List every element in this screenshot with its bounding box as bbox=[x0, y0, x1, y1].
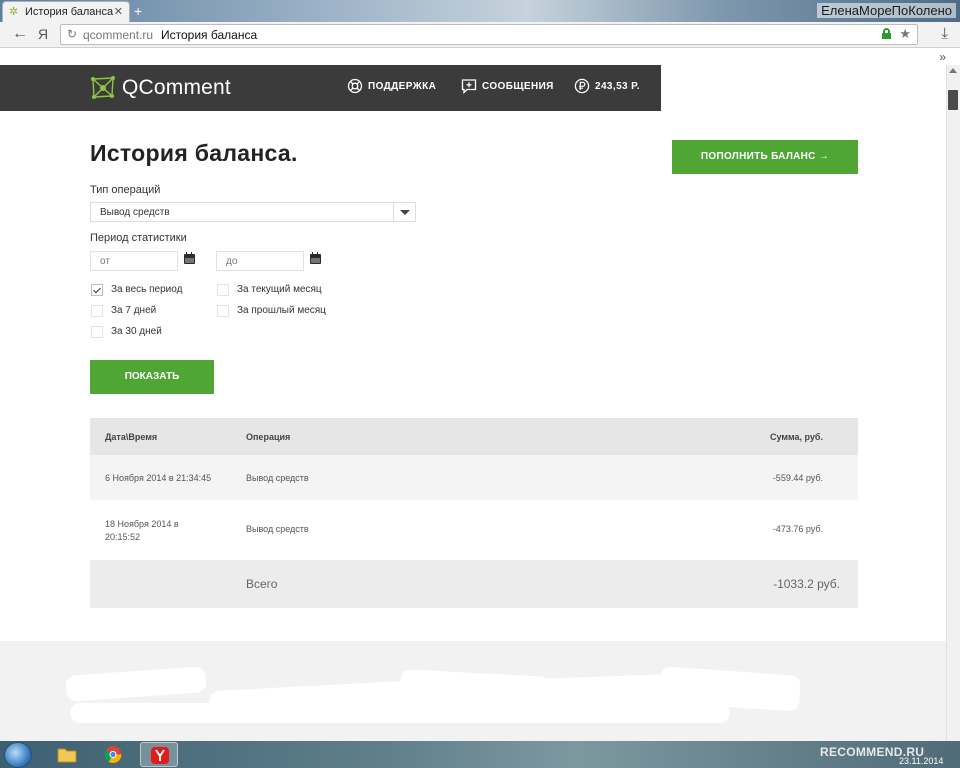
message-plus-icon bbox=[461, 79, 477, 94]
nav-messages-label: СООБЩЕНИЯ bbox=[482, 81, 554, 92]
total-value: -1033.2 руб. bbox=[773, 577, 840, 591]
tab-title: История баланса bbox=[25, 6, 114, 18]
yandex-browser-icon bbox=[151, 747, 169, 764]
folder-icon bbox=[57, 748, 77, 763]
checkbox-empty-icon[interactable] bbox=[91, 326, 103, 338]
star-icon[interactable]: ★ bbox=[899, 26, 911, 42]
table-row: 18 Ноября 2014 в 20:15:52 Вывод средств … bbox=[90, 500, 858, 560]
logo-network-icon bbox=[91, 76, 115, 99]
ruble-coin-icon bbox=[574, 78, 590, 94]
browser-toolbar: ← Я ↻ qcomment.ru История баланса ★ ⤓ » bbox=[0, 22, 960, 64]
checkbox-label: За прошлый месяц bbox=[237, 305, 326, 316]
row-sum: -473.76 руб. bbox=[772, 524, 823, 534]
checkbox-empty-icon[interactable] bbox=[217, 284, 229, 296]
header-date: Дата\Время bbox=[105, 432, 158, 442]
url-domain: qcomment.ru bbox=[83, 28, 154, 42]
lock-icon[interactable] bbox=[882, 28, 891, 39]
browser-titlebar: ✲ История баланса ✕ + ЕленаМореПоКолено bbox=[0, 0, 960, 22]
taskbar-date[interactable]: 23.11.2014 bbox=[899, 756, 943, 766]
back-arrow-icon[interactable]: ← bbox=[12, 25, 28, 43]
row-date: 18 Ноября 2014 в 20:15:52 bbox=[105, 519, 179, 542]
row-date: 6 Ноября 2014 в 21:34:45 bbox=[105, 473, 212, 483]
total-label: Всего bbox=[246, 577, 278, 591]
browser-tab[interactable]: ✲ История баланса ✕ bbox=[2, 1, 130, 22]
scrollbar[interactable] bbox=[946, 65, 960, 741]
show-button[interactable]: ПОКАЗАТЬ bbox=[90, 360, 214, 394]
reload-icon[interactable]: ↻ bbox=[67, 27, 77, 41]
taskbar-chrome[interactable] bbox=[94, 742, 132, 767]
checkbox-empty-icon[interactable] bbox=[217, 305, 229, 317]
operation-type-value: Вывод средств bbox=[100, 207, 170, 218]
row-operation: Вывод средств bbox=[246, 524, 309, 534]
chevron-down-icon[interactable] bbox=[393, 203, 415, 221]
close-tab-icon[interactable]: ✕ bbox=[114, 5, 123, 18]
table-header: Дата\Время Операция Сумма, руб. bbox=[90, 418, 858, 455]
bookmarks-more-button[interactable]: » bbox=[939, 50, 946, 64]
calendar-icon[interactable] bbox=[310, 252, 321, 264]
site-header: QComment ПОДДЕРЖКА СООБЩЕНИЯ 243,53 Р. bbox=[0, 65, 661, 111]
address-bar[interactable]: ↻ qcomment.ru История баланса ★ bbox=[60, 24, 918, 45]
logo-text: QComment bbox=[122, 76, 231, 99]
qcomment-favicon-icon: ✲ bbox=[9, 6, 19, 18]
period-label: Период статистики bbox=[90, 232, 187, 244]
table-row: 6 Ноября 2014 в 21:34:45 Вывод средств -… bbox=[90, 455, 858, 500]
os-taskbar bbox=[0, 741, 960, 768]
lifebuoy-icon bbox=[347, 78, 363, 94]
scrollbar-thumb[interactable] bbox=[948, 90, 958, 110]
row-sum: -559.44 руб. bbox=[772, 473, 823, 483]
taskbar-yandex-browser[interactable] bbox=[140, 742, 178, 767]
url-page-title: История баланса bbox=[161, 28, 258, 42]
taskbar-explorer[interactable] bbox=[48, 742, 86, 767]
operation-type-label: Тип операций bbox=[90, 184, 161, 196]
checkbox-label: За весь период bbox=[111, 284, 183, 295]
operation-type-select[interactable]: Вывод средств bbox=[90, 202, 416, 222]
date-to-input[interactable] bbox=[216, 251, 304, 271]
header-operation: Операция bbox=[246, 432, 291, 442]
checkbox-label: За 7 дней bbox=[111, 305, 157, 316]
nav-balance-label: 243,53 Р. bbox=[595, 81, 640, 92]
footer-redacted bbox=[65, 666, 207, 702]
calendar-icon[interactable] bbox=[184, 252, 195, 264]
checkbox-label: За 30 дней bbox=[111, 326, 162, 337]
page-title: История баланса. bbox=[90, 140, 298, 166]
header-sum: Сумма, руб. bbox=[769, 432, 823, 442]
profile-name[interactable]: ЕленаМореПоКолено bbox=[817, 3, 956, 18]
footer-redacted bbox=[70, 703, 730, 723]
topup-balance-button[interactable]: ПОПОЛНИТЬ БАЛАНС → bbox=[672, 140, 858, 174]
date-from-input[interactable] bbox=[90, 251, 178, 271]
site-footer bbox=[0, 641, 946, 741]
checkbox-label: За текущий месяц bbox=[237, 284, 322, 295]
start-button[interactable] bbox=[4, 742, 32, 768]
yandex-button[interactable]: Я bbox=[38, 26, 48, 42]
checkbox-checked-icon[interactable] bbox=[91, 284, 103, 296]
nav-support-label: ПОДДЕРЖКА bbox=[368, 81, 437, 92]
row-operation: Вывод средств bbox=[246, 473, 309, 483]
table-total-row: Всего -1033.2 руб. bbox=[90, 560, 858, 608]
checkbox-empty-icon[interactable] bbox=[91, 305, 103, 317]
chrome-icon bbox=[104, 746, 122, 764]
new-tab-button[interactable]: + bbox=[134, 3, 142, 19]
scroll-up-arrow-icon[interactable] bbox=[949, 68, 957, 73]
download-icon[interactable]: ⤓ bbox=[941, 25, 948, 42]
